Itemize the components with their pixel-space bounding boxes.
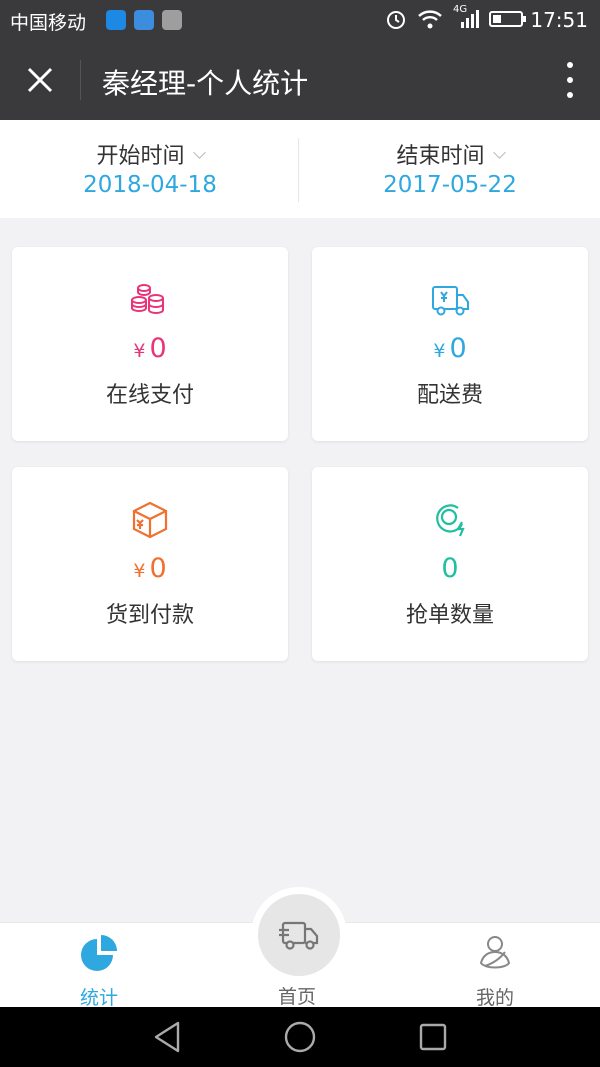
grab-orders-count: 0 (312, 553, 588, 584)
battery-icon (489, 11, 526, 27)
system-nav-bar (0, 1007, 600, 1067)
tab-home[interactable] (258, 894, 340, 976)
system-indicators: 4G (385, 4, 527, 30)
start-date-label-row: 开始时间 (0, 138, 300, 170)
alarm-icon (387, 11, 405, 29)
health-app-icon (134, 10, 154, 30)
delivery-fee-amount: ¥0 (312, 333, 588, 364)
carrier-name: 中国移动 (10, 12, 87, 34)
currency-symbol: ¥ (133, 340, 146, 362)
title-divider (80, 60, 81, 100)
wifi-icon (418, 10, 442, 29)
end-date-label: 结束时间 (396, 144, 485, 169)
notification-icons (106, 10, 182, 30)
tv-app-icon (106, 10, 126, 30)
package-box-icon (132, 501, 168, 539)
tab-mine[interactable]: 我的 (425, 923, 565, 1009)
clock: 17:51 (530, 8, 588, 32)
more-dot-icon (567, 62, 573, 68)
currency-symbol: ¥ (133, 560, 146, 582)
close-button[interactable] (20, 60, 60, 100)
amount-value: 0 (149, 333, 167, 364)
delivery-truck-icon (432, 286, 469, 316)
cash-on-delivery-amount: ¥0 (12, 553, 288, 584)
pie-chart-icon (81, 935, 117, 971)
end-date-value: 2017-05-22 (383, 172, 517, 198)
stat-card-cash-on-delivery[interactable]: ¥0 货到付款 (12, 467, 288, 661)
amount-value: 0 (449, 333, 467, 364)
tab-statistics-label: 统计 (79, 987, 118, 1009)
chevron-down-icon (192, 146, 206, 159)
more-dot-icon (567, 92, 573, 98)
grab-order-icon (436, 504, 465, 537)
back-triangle-icon (154, 1021, 180, 1053)
cash-on-delivery-label: 货到付款 (105, 603, 194, 628)
amount-value: 0 (149, 553, 167, 584)
status-bar: 中国移动 4G 17:51 (0, 0, 600, 40)
currency-symbol: ¥ (433, 340, 446, 362)
close-icon (27, 67, 53, 93)
home-circle-icon (284, 1021, 316, 1053)
coins-icon (131, 284, 164, 315)
stat-card-delivery-fee[interactable]: ¥0 配送费 (312, 247, 588, 441)
more-dot-icon (567, 77, 573, 83)
grab-orders-label: 抢单数量 (405, 603, 494, 628)
truck-icon (279, 921, 319, 950)
tab-home-label: 首页 (277, 986, 316, 1008)
page-title: 秦经理-个人统计 (102, 67, 309, 100)
title-bar: 秦经理-个人统计 (0, 40, 600, 120)
start-date-value: 2018-04-18 (83, 172, 217, 198)
start-date-label: 开始时间 (96, 144, 185, 169)
start-date-picker[interactable]: 开始时间 2018-04-18 (0, 120, 300, 218)
tab-statistics[interactable]: 统计 (29, 923, 169, 1009)
online-payment-amount: ¥0 (12, 333, 288, 364)
online-payment-label: 在线支付 (105, 383, 194, 408)
end-date-label-row: 结束时间 (300, 138, 600, 170)
date-divider (298, 138, 299, 202)
gallery-app-icon (162, 10, 182, 30)
back-button[interactable] (149, 1019, 185, 1055)
stat-card-grab-orders[interactable]: 0 抢单数量 (312, 467, 588, 661)
stat-card-online-payment[interactable]: ¥0 在线支付 (12, 247, 288, 441)
count-value: 0 (441, 553, 459, 584)
date-range-bar: 开始时间 2018-04-18 结束时间 2017-05-22 (0, 120, 600, 218)
person-icon (479, 936, 511, 969)
recent-square-icon (419, 1023, 447, 1051)
signal-icon: 4G (453, 4, 479, 30)
tab-mine-label: 我的 (475, 987, 514, 1009)
chevron-down-icon (492, 146, 506, 159)
home-button[interactable] (282, 1019, 318, 1055)
delivery-fee-label: 配送费 (416, 383, 483, 408)
end-date-picker[interactable]: 结束时间 2017-05-22 (300, 120, 600, 218)
recent-apps-button[interactable] (415, 1019, 451, 1055)
more-options-button[interactable] (564, 62, 576, 98)
